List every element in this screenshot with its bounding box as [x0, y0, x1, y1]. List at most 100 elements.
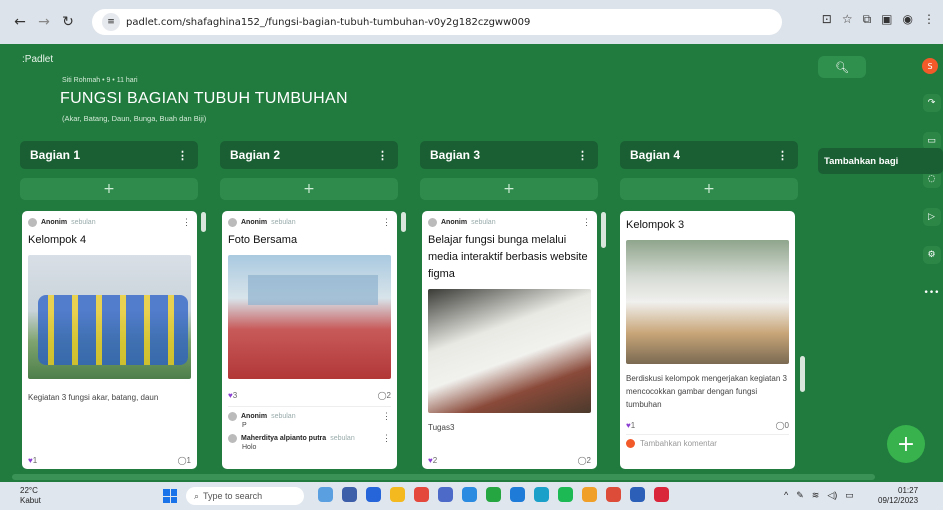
column-header-4[interactable]: Bagian 4 ⋮: [620, 141, 798, 169]
weather-temp: 22°C: [20, 486, 38, 495]
comment-icon: ◯: [577, 456, 587, 465]
board-subtitle: (Akar, Batang, Daun, Bunga, Buah dan Bij…: [62, 114, 207, 123]
column-menu-icon[interactable]: ⋮: [377, 149, 388, 162]
column-scrollbar[interactable]: [800, 356, 805, 392]
app-icon[interactable]: [414, 487, 429, 502]
comment-icon: ◯: [177, 456, 187, 465]
volume-icon[interactable]: ◁): [827, 490, 837, 501]
comment-menu-icon[interactable]: ⋮: [382, 433, 391, 444]
comment-count[interactable]: ◯2: [378, 391, 391, 400]
comment-time: sebulan: [271, 413, 296, 420]
taskbar-clock[interactable]: 01:27 09/12/2023: [878, 486, 918, 506]
start-icon[interactable]: [163, 489, 177, 503]
site-settings-icon[interactable]: ≡: [102, 13, 120, 31]
install-icon[interactable]: ⊡: [822, 12, 832, 27]
like-count[interactable]: ♥2: [428, 456, 437, 465]
more-actions-icon[interactable]: •••: [923, 284, 941, 302]
add-post-fab[interactable]: +: [887, 425, 925, 463]
post-card[interactable]: Anonim sebulan ⋮ Belajar fungsi bunga mela…: [422, 211, 597, 469]
post-image[interactable]: [28, 255, 191, 379]
padlet-logo[interactable]: :Padlet: [22, 54, 53, 65]
post-menu-icon[interactable]: ⋮: [382, 217, 391, 228]
app-icon[interactable]: [438, 487, 453, 502]
battery-icon[interactable]: ▭: [845, 490, 854, 501]
post-card[interactable]: Anonim sebulan ⋮ Kelompok 4 Kegiatan 3 fun…: [22, 211, 197, 469]
add-post-button-2[interactable]: +: [220, 178, 398, 200]
sidepanel-icon[interactable]: ▣: [881, 12, 892, 27]
column-scrollbar[interactable]: [201, 212, 206, 232]
address-bar[interactable]: ≡ padlet.com/shafaghina152_/fungsi-bagia…: [92, 9, 782, 35]
system-tray: ^ ✎ ≋ ◁) ▭: [784, 490, 854, 501]
settings-icon[interactable]: ⚙: [922, 246, 941, 264]
url-text: padlet.com/shafaghina152_/fungsi-bagian-…: [126, 16, 531, 28]
chevron-up-icon[interactable]: ^: [784, 490, 788, 501]
more-icon[interactable]: ⋮: [923, 12, 935, 27]
like-count[interactable]: ♥3: [228, 391, 237, 400]
column-scrollbar[interactable]: [401, 212, 406, 232]
extensions-icon[interactable]: ⧉: [863, 12, 872, 27]
pen-icon[interactable]: ✎: [796, 490, 804, 501]
app-icon[interactable]: [654, 487, 669, 502]
user-avatar[interactable]: S: [922, 58, 938, 74]
weather-widget[interactable]: 22°C Kabut: [20, 486, 41, 506]
comment-menu-icon[interactable]: ⋮: [382, 411, 391, 422]
post-card[interactable]: Anonim sebulan ⋮ Foto Bersama ♥3 ◯2 Anonim…: [222, 211, 397, 469]
add-post-button-1[interactable]: +: [20, 178, 198, 200]
column-header-3[interactable]: Bagian 3 ⋮: [420, 141, 598, 169]
add-post-button-3[interactable]: +: [420, 178, 598, 200]
column-header-2[interactable]: Bagian 2 ⋮: [220, 141, 398, 169]
post-menu-icon[interactable]: ⋮: [182, 217, 191, 228]
post-image[interactable]: [228, 255, 391, 379]
board-title: FUNGSI BAGIAN TUBUH TUMBUHAN: [60, 90, 348, 107]
app-icon[interactable]: [366, 487, 381, 502]
column-menu-icon[interactable]: ⋮: [177, 149, 188, 162]
share-icon[interactable]: ↷: [922, 94, 941, 112]
post-card[interactable]: Kelompok 3 Berdiskusi kelompok mengerjak…: [620, 211, 795, 469]
app-icon[interactable]: [342, 487, 357, 502]
post-time: sebulan: [471, 219, 496, 226]
add-comment-field[interactable]: Tambahkan komentar: [620, 435, 795, 452]
avatar: [228, 218, 237, 227]
column-menu-icon[interactable]: ⋮: [777, 149, 788, 162]
app-icon[interactable]: [318, 487, 333, 502]
comment-count[interactable]: ◯2: [578, 456, 591, 465]
spotify-icon[interactable]: [558, 487, 573, 502]
back-icon[interactable]: ←: [8, 10, 32, 34]
word-icon[interactable]: [630, 487, 645, 502]
app-icon[interactable]: [462, 487, 477, 502]
avatar: [228, 412, 237, 421]
file-explorer-icon[interactable]: [390, 487, 405, 502]
add-section-button[interactable]: Tambahkan bagi: [818, 148, 943, 174]
clock-time: 01:27: [898, 486, 919, 495]
column-scrollbar[interactable]: [601, 212, 606, 248]
column-menu-icon[interactable]: ⋮: [577, 149, 588, 162]
post-image[interactable]: [626, 240, 789, 364]
search-button[interactable]: 🔍︎: [818, 56, 866, 78]
comment-text: Holo: [242, 444, 257, 451]
add-post-button-4[interactable]: +: [620, 178, 798, 200]
comment-count[interactable]: ◯0: [776, 421, 789, 430]
edge-icon[interactable]: [534, 487, 549, 502]
whatsapp-icon[interactable]: [486, 487, 501, 502]
post-menu-icon[interactable]: ⋮: [582, 217, 591, 228]
like-count[interactable]: ♥1: [28, 456, 37, 465]
reload-icon[interactable]: ↻: [56, 10, 80, 34]
like-count[interactable]: ♥1: [626, 421, 635, 430]
horizontal-scrollbar[interactable]: [12, 474, 875, 480]
comment-count[interactable]: ◯1: [178, 456, 191, 465]
chrome-icon[interactable]: [606, 487, 621, 502]
weather-condition: Kabut: [20, 496, 41, 505]
wifi-icon[interactable]: ≋: [812, 490, 820, 501]
bookmark-star-icon[interactable]: ☆: [842, 12, 853, 27]
play-icon[interactable]: ▷: [922, 208, 941, 226]
taskbar-search-input[interactable]: ⌕ Type to search: [186, 487, 304, 505]
forward-icon[interactable]: →: [32, 10, 56, 34]
chrome-icon[interactable]: [582, 487, 597, 502]
profile-icon[interactable]: ◉: [903, 12, 913, 27]
post-title: Belajar fungsi bunga melalui media inter…: [428, 234, 588, 280]
post-image[interactable]: [428, 289, 591, 413]
column-header-1[interactable]: Bagian 1 ⋮: [20, 141, 198, 169]
post-title: Kelompok 3: [626, 219, 685, 231]
search-icon: 🔍︎: [835, 60, 849, 74]
help-icon[interactable]: [510, 487, 525, 502]
